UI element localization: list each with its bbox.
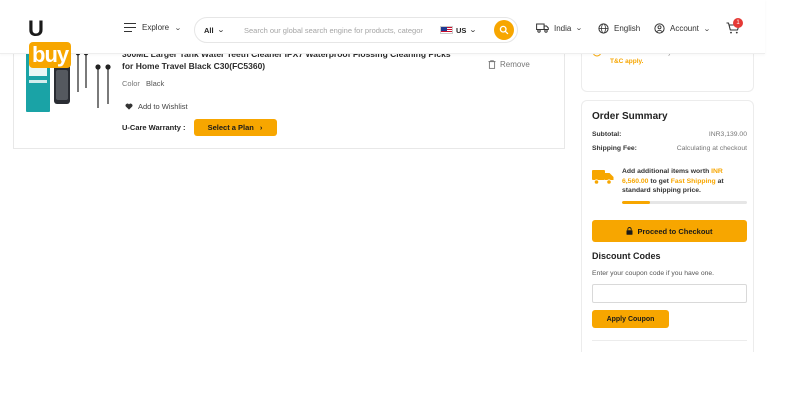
lock-icon [626,227,633,235]
summary-divider [592,340,747,341]
hamburger-icon [124,23,136,32]
search-country-label: US [456,25,467,35]
chevron-right-icon: › [259,123,263,132]
explore-label: Explore [142,23,170,32]
search-bar: All ⌄ US ⌄ [194,17,518,43]
logo-rest: buy [29,42,72,68]
cart-item-card: 300ML Larger Tank Water Teeth Cleaner IP… [13,40,565,149]
search-input[interactable] [234,25,436,35]
user-icon [654,23,665,34]
color-label: Color [122,79,140,88]
cart-count-badge: 1 [733,18,743,28]
explore-menu[interactable]: Explore ⌄ [124,23,182,32]
ship-to-selector[interactable]: India ⌄ [536,23,584,33]
truck-icon [536,23,549,33]
subtotal-row: Subtotal: INR3,139.00 [592,131,747,138]
subtotal-label: Subtotal: [592,131,622,138]
language-label: English [614,24,641,33]
site-header: Ubuy Explore ⌄ All ⌄ US ⌄ In [0,0,765,68]
warranty-label: U-Care Warranty : [122,123,186,132]
account-menu[interactable]: Account ⌄ [654,23,711,34]
chevron-down-icon: ⌄ [575,25,584,32]
checkout-label: Proceed to Checkout [637,226,713,236]
ship-text-pre: Add additional items worth [622,168,710,175]
select-plan-button[interactable]: Select a Plan › [193,119,277,136]
chevron-down-icon: ⌄ [174,24,182,32]
order-summary-title: Order Summary [592,111,668,122]
logo-initial: U [28,16,44,41]
product-color: Color Black [122,79,164,88]
wishlist-label: Add to Wishlist [138,102,188,111]
shipping-fee-label: Shipping Fee: [592,145,637,152]
shipping-fee-value: Calculating at checkout [676,145,747,152]
add-to-wishlist-link[interactable]: Add to Wishlist [125,102,188,111]
remove-label: Remove [500,60,530,69]
proceed-to-checkout-button[interactable]: Proceed to Checkout [592,220,747,242]
warranty-row: U-Care Warranty : Select a Plan › [122,119,277,136]
tnc-link[interactable]: T&C apply. [610,58,643,65]
search-category-select[interactable]: All ⌄ [204,26,234,35]
delivery-truck-icon [592,170,614,185]
shipping-progress-fill [622,201,650,204]
order-summary-card: Order Summary Subtotal: INR3,139.00 Ship… [581,100,754,352]
ship-to-label: India [554,23,572,33]
trash-icon [488,60,496,69]
search-country-select[interactable]: US ⌄ [456,25,478,35]
chevron-down-icon: ⌄ [703,25,711,33]
us-flag-icon [440,26,453,34]
select-plan-label: Select a Plan [207,123,254,132]
free-shipping-promo: Add additional items worth INR 6,560.00 … [592,165,747,207]
search-icon [499,25,509,35]
apply-coupon-button[interactable]: Apply Coupon [592,310,669,328]
search-button[interactable] [494,20,514,40]
fast-shipping-text: Fast Shipping [670,177,716,185]
ubuy-logo[interactable]: Ubuy [28,16,74,68]
chevron-down-icon: ⌄ [469,27,478,34]
shipping-fee-row: Shipping Fee: Calculating at checkout [592,145,747,152]
account-label: Account [670,24,699,33]
discount-codes-title: Discount Codes [592,251,661,261]
discount-codes-subtitle: Enter your coupon code if you have one. [592,270,715,277]
chevron-down-icon: ⌄ [216,27,225,34]
color-value: Black [145,79,165,88]
search-category-label: All [204,25,214,35]
subtotal-value: INR3,139.00 [708,131,747,138]
remove-button[interactable]: Remove [488,60,530,69]
ship-text-mid: to get [650,177,669,185]
shipping-progress-bar [622,201,747,204]
coupon-code-input[interactable] [592,284,747,303]
globe-icon [598,23,609,34]
language-selector[interactable]: English [598,23,640,34]
heart-icon [125,103,133,110]
free-shipping-text: Add additional items worth INR 6,560.00 … [622,167,748,196]
